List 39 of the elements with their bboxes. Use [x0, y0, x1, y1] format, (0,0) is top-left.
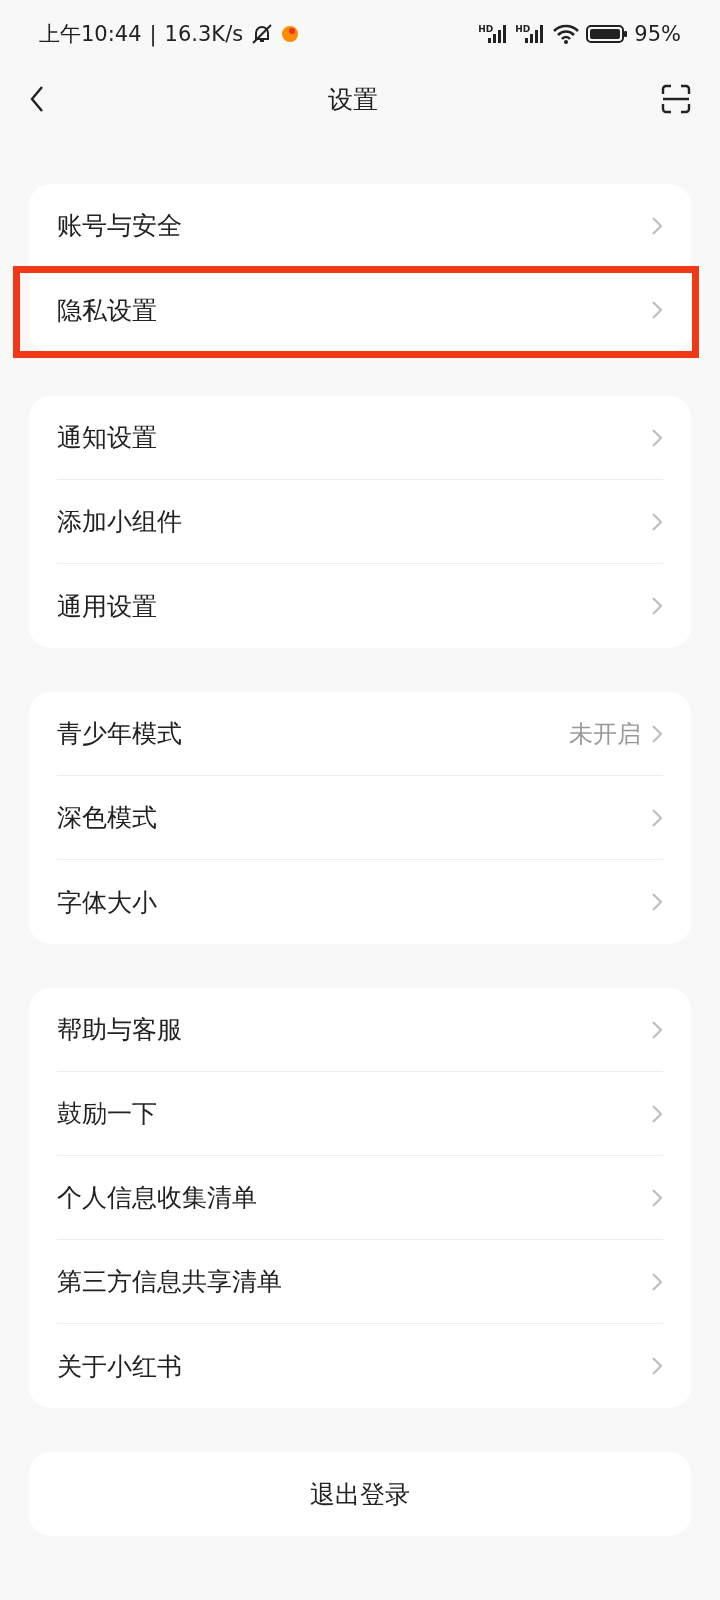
settings-row[interactable]: 个人信息收集清单	[57, 1156, 663, 1240]
page-title: 设置	[328, 83, 378, 116]
chevron-icon	[651, 1103, 663, 1124]
settings-row[interactable]: 青少年模式 未开启	[57, 692, 663, 776]
hd-label: HD	[478, 24, 494, 34]
chevron-icon	[651, 1187, 663, 1208]
logout-button[interactable]: 退出登录	[29, 1452, 691, 1536]
app-dot-icon	[281, 25, 300, 43]
status-time: 上午10:44	[39, 21, 142, 48]
chevron-icon	[651, 427, 663, 448]
status-separator: |	[149, 22, 157, 46]
settings-row[interactable]: 深色模式	[57, 776, 663, 860]
chevron-icon	[651, 807, 663, 828]
chevron-icon	[651, 596, 663, 616]
chevron-icon	[651, 892, 663, 912]
chevron-icon	[651, 215, 663, 236]
settings-row[interactable]: 字体大小	[57, 860, 663, 944]
settings-row[interactable]: 第三方信息共享清单	[57, 1240, 663, 1324]
hd-label: HD	[515, 24, 531, 34]
settings-row[interactable]: 鼓励一下	[57, 1072, 663, 1156]
back-icon[interactable]	[29, 85, 45, 113]
settings-row[interactable]: 帮助与客服	[57, 988, 663, 1072]
chevron-icon	[651, 1356, 663, 1376]
chevron-icon	[651, 511, 663, 532]
wifi-icon	[552, 23, 581, 45]
chevron-icon	[651, 723, 663, 744]
scan-icon[interactable]	[661, 84, 691, 114]
settings-row[interactable]: 通用设置	[57, 564, 663, 648]
chevron-icon	[651, 1019, 663, 1040]
settings-row[interactable]: 通知设置	[57, 396, 663, 480]
settings-row[interactable]: 关于小红书	[57, 1324, 663, 1408]
chevron-icon	[651, 1271, 663, 1292]
battery-level: 95%	[634, 22, 681, 46]
settings-row[interactable]: 账号与安全	[57, 184, 663, 268]
network-speed: 16.3K/s	[164, 22, 244, 46]
settings-row[interactable]: 隐私设置	[57, 268, 663, 352]
chevron-icon	[651, 300, 663, 320]
battery-icon	[586, 24, 629, 44]
settings-row[interactable]: 添加小组件	[57, 480, 663, 564]
